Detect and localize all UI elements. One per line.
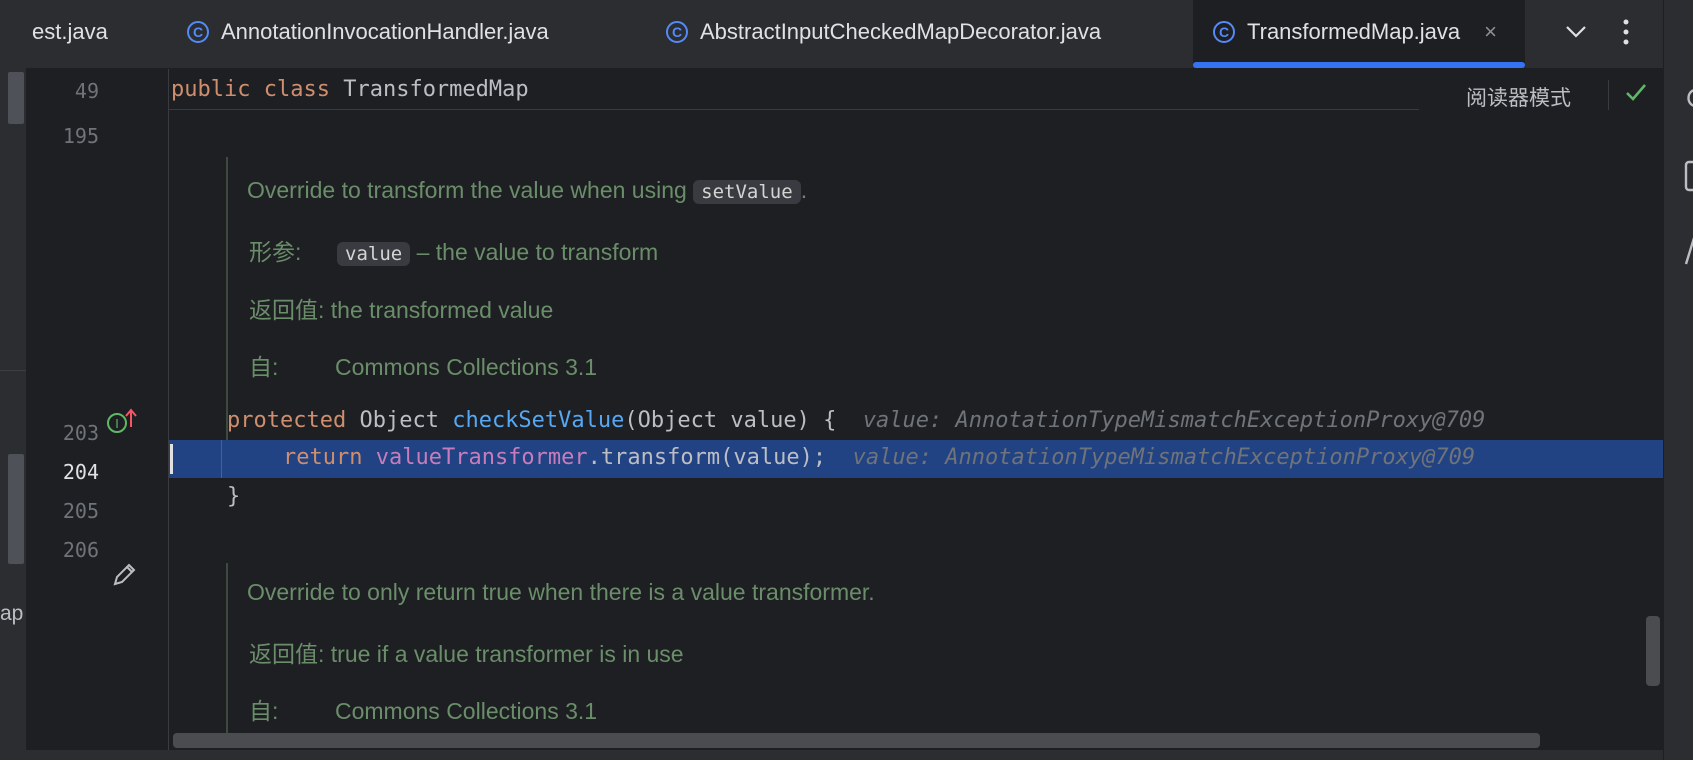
line-number: 203 [62, 421, 99, 445]
left-strip-label: ap [0, 602, 24, 625]
keyword: public [171, 77, 251, 102]
inline-code: setValue [693, 180, 801, 204]
tab-transformed-map[interactable]: C TransformedMap.java × [1193, 0, 1525, 68]
inline-debug-value: value: AnnotationTypeMismatchExceptionPr… [862, 408, 1486, 433]
current-line-number: 204 [62, 460, 99, 484]
vertical-scrollbar[interactable] [1646, 616, 1660, 686]
active-tab-indicator [1193, 62, 1525, 68]
edit-pencil-icon[interactable] [110, 561, 138, 593]
code-line-205[interactable]: } [227, 484, 240, 509]
horizontal-scrollbar[interactable] [173, 733, 1540, 748]
rendered-javadoc[interactable]: Override to only return true when there … [226, 563, 875, 741]
doc-return: 返回值: true if a value transformer is in u… [249, 635, 684, 669]
line-number: 205 [62, 499, 99, 523]
keyword: class [263, 77, 330, 102]
sticky-line-number: 49 [74, 79, 99, 103]
editor-tab-bar: est.java C AnnotationInvocationHandler.j… [26, 0, 1663, 69]
tab-annotation-invocation-handler[interactable]: C AnnotationInvocationHandler.java [187, 0, 549, 64]
ai-assistant-icon[interactable] [1684, 236, 1693, 272]
database-icon[interactable] [1684, 160, 1693, 198]
class-icon: C [187, 21, 209, 43]
line-number: 206 [62, 538, 99, 562]
text-caret [170, 444, 173, 474]
inline-debug-value: value: AnnotationTypeMismatchExceptionPr… [852, 445, 1476, 470]
doc-param: 形参: value – the value to transform [249, 233, 658, 267]
bottom-edge [0, 750, 1663, 760]
sticky-code: public class TransformedMap [171, 77, 529, 102]
implements-icon[interactable]: I [105, 407, 141, 439]
return-label: 返回值: [249, 297, 325, 323]
sticky-header[interactable]: public class TransformedMap [169, 69, 1419, 110]
close-icon[interactable]: × [1484, 19, 1497, 45]
param-label: 形参: [249, 239, 302, 265]
checkmark-icon[interactable] [1624, 80, 1648, 110]
code-line-203[interactable]: protected Object checkSetValue(Object va… [227, 408, 1485, 433]
class-icon: C [1213, 21, 1235, 43]
indent-guide [221, 440, 222, 478]
since-label: 自: [249, 354, 279, 380]
left-strip-marker [8, 454, 24, 564]
tab-label: TransformedMap.java [1247, 19, 1461, 44]
reader-mode-button[interactable]: 阅读器模式 [1466, 82, 1571, 112]
svg-text:I: I [115, 417, 119, 431]
doc-summary: Override to only return true when there … [247, 579, 875, 605]
class-name: TransformedMap [343, 77, 529, 102]
left-tool-strip: ap [0, 0, 26, 760]
method-name: checkSetValue [452, 408, 625, 433]
chevron-down-icon[interactable] [1558, 14, 1594, 50]
doc-return: 返回值: the transformed value [249, 291, 553, 325]
code-editor[interactable]: public class TransformedMap Override to … [169, 69, 1663, 750]
class-icon: C [666, 21, 688, 43]
since-label: 自: [249, 698, 279, 724]
field-name: valueTransformer [375, 445, 588, 470]
left-strip-marker [8, 72, 24, 124]
doc-since: 自: Commons Collections 3.1 [249, 692, 597, 726]
line-number: 195 [62, 124, 99, 148]
tab-est-java[interactable]: est.java [32, 0, 108, 64]
tab-label: AnnotationInvocationHandler.java [221, 19, 549, 44]
notifications-icon[interactable] [1684, 86, 1693, 116]
left-strip-divider [0, 370, 26, 371]
tab-label: AbstractInputCheckedMapDecorator.java [700, 19, 1102, 44]
return-label: 返回值: [249, 641, 325, 667]
more-vertical-icon[interactable] [1608, 14, 1644, 50]
doc-since: 自: Commons Collections 3.1 [249, 348, 597, 382]
doc-summary: Override to transform the value when usi… [247, 177, 808, 204]
toolbar-divider [1608, 80, 1609, 110]
tab-label: est.java [32, 19, 108, 44]
editor-gutter: 49 195 203 I 204 205 206 [26, 69, 169, 750]
inline-code: value [337, 242, 411, 266]
code-line-204[interactable]: return valueTransformer.transform(value)… [283, 445, 1475, 470]
tab-abstract-input-checked-map-decorator[interactable]: C AbstractInputCheckedMapDecorator.java [666, 0, 1101, 64]
right-tool-strip [1663, 0, 1693, 760]
